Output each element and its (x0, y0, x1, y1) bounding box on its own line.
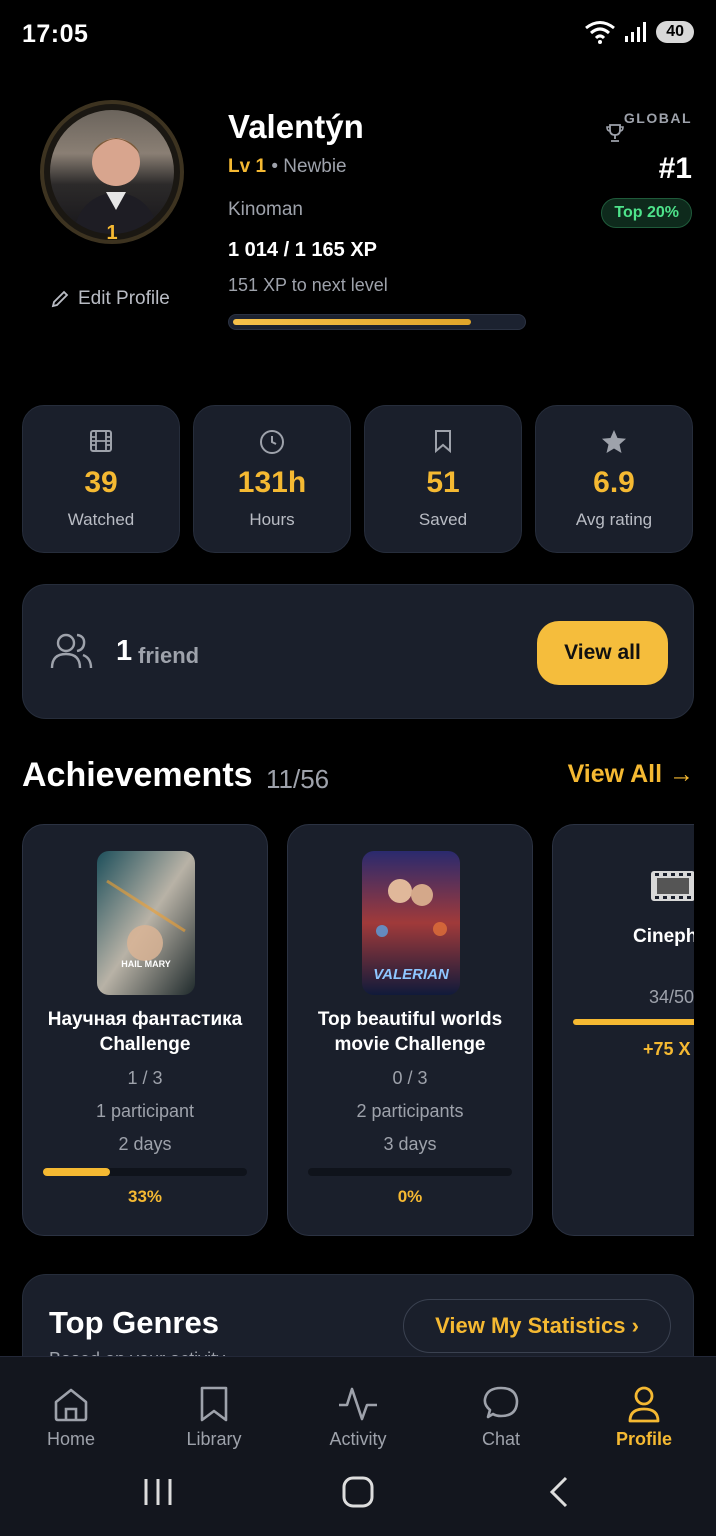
achievement-progress: 1 / 3 (127, 1068, 163, 1088)
stat-card-avg-rating[interactable]: 6.9 Avg rating (535, 405, 693, 553)
pencil-icon (51, 290, 69, 308)
achievement-progress-bar (573, 1019, 694, 1025)
global-label: GLOBAL (623, 110, 692, 126)
achievement-progress-fill (573, 1019, 694, 1025)
recent-apps-icon[interactable] (142, 1476, 174, 1508)
status-bar: 17:05 40 (0, 0, 716, 70)
achievement-participants: 2 participants (356, 1101, 464, 1121)
achievement-progress: 34/50 (649, 987, 694, 1007)
signal-icon (625, 22, 647, 42)
avatar-photo (50, 110, 174, 234)
film-reel-icon (651, 871, 694, 901)
achievement-percent: 33% (127, 1187, 163, 1206)
stat-label: Avg rating (575, 510, 653, 529)
profile-name: Valentýn (228, 108, 364, 145)
view-my-statistics-button[interactable]: View My Statistics › (403, 1299, 671, 1353)
library-icon (200, 1386, 228, 1422)
nav-home[interactable]: Home (21, 1383, 121, 1450)
home-button-icon[interactable] (340, 1474, 376, 1510)
achievement-card[interactable]: HAIL MARY Научная фантастика Challenge 1… (22, 824, 268, 1236)
stat-value: 39 (84, 466, 118, 499)
nav-label: Library (186, 1429, 242, 1449)
home-icon (54, 1388, 88, 1422)
xp-value: 1 014 / 1 165 XP (228, 239, 378, 261)
percentile-badge: Top 20% (601, 198, 692, 228)
nav-label: Home (46, 1429, 95, 1449)
stat-value: 51 (426, 466, 460, 499)
profile-icon (628, 1386, 660, 1423)
friends-icon (50, 633, 93, 669)
level-line: Lv 1 • Newbie (228, 156, 347, 178)
xp-progress-fill (233, 319, 472, 325)
xp-to-next-level: 151 XP to next level (228, 275, 388, 295)
clock-icon (260, 430, 284, 454)
global-rank: #1 (658, 152, 692, 185)
avatar-level-badge: 1 (106, 222, 118, 244)
xp-progress-bar (228, 314, 526, 330)
activity-icon (339, 1387, 377, 1421)
stat-card-hours[interactable]: 131h Hours (193, 405, 351, 553)
nav-chat[interactable]: Chat (451, 1383, 551, 1450)
achievement-progress-bar (43, 1168, 247, 1176)
stat-label: Watched (67, 510, 135, 529)
back-icon[interactable] (546, 1474, 572, 1510)
view-all-friends-button[interactable]: View all (537, 621, 668, 685)
status-icons: 40 (584, 20, 694, 44)
profile-title: Kinoman (228, 199, 303, 220)
poster-title: VALERIAN (373, 966, 450, 983)
stat-card-watched[interactable]: 39 Watched (22, 405, 180, 553)
achievement-progress: 0 / 3 (392, 1068, 428, 1088)
stat-value: 131h (237, 466, 307, 499)
level-title: • Newbie (271, 156, 347, 177)
achievements-view-all-link[interactable]: View All → (568, 760, 694, 789)
achievements-carousel[interactable]: HAIL MARY Научная фантастика Challenge 1… (22, 824, 694, 1238)
challenge-poster: VALERIAN (362, 851, 460, 995)
nav-label: Chat (481, 1429, 521, 1449)
stat-label: Hours (249, 510, 295, 529)
stat-value: 6.9 (593, 466, 635, 499)
film-icon (90, 430, 112, 452)
bookmark-icon (435, 430, 451, 454)
achievement-name: Научная фантастика Challenge (47, 1009, 243, 1055)
achievements-title: Achievements (22, 756, 253, 794)
top-genres-title: Top Genres (49, 1305, 219, 1340)
nav-profile[interactable]: Profile (594, 1383, 694, 1450)
challenge-poster: HAIL MARY (97, 851, 195, 995)
star-icon (602, 430, 626, 453)
friend-label: friend (138, 643, 200, 668)
poster-title: HAIL MARY (121, 959, 171, 969)
achievement-percent: 0% (397, 1187, 423, 1206)
nav-label: Activity (329, 1429, 387, 1449)
system-navigation-bar (0, 1466, 716, 1536)
stat-label: Saved (418, 510, 468, 529)
level-value: Lv 1 (228, 156, 267, 177)
stat-card-saved[interactable]: 51 Saved (364, 405, 522, 553)
edit-profile-button[interactable]: Edit Profile (50, 288, 170, 310)
achievement-xp-reward: +75 X (643, 1039, 691, 1059)
status-time: 17:05 (22, 20, 89, 48)
nav-library[interactable]: Library (164, 1383, 264, 1450)
nav-activity[interactable]: Activity (308, 1383, 408, 1450)
achievement-name: Cineph (633, 926, 694, 947)
achievement-progress-fill (43, 1168, 111, 1176)
chat-icon (483, 1386, 519, 1419)
achievement-participants: 1 participant (95, 1101, 195, 1121)
nav-label: Profile (615, 1429, 672, 1449)
achievement-card[interactable]: VALERIAN Top beautiful worlds movie Chal… (287, 824, 533, 1236)
trophy-icon (606, 124, 624, 142)
friends-card: 1 friend View all (22, 584, 694, 719)
achievements-count: 11/56 (266, 764, 330, 794)
achievement-progress-bar (308, 1168, 512, 1176)
edit-profile-label: Edit Profile (78, 288, 170, 309)
achievement-days: 2 days (118, 1134, 172, 1154)
achievement-card[interactable]: Cineph 34/50 +75 X (552, 824, 694, 1236)
bottom-navigation: Home Library Activity Chat Profile (0, 1356, 716, 1466)
battery-indicator: 40 (656, 21, 694, 43)
wifi-icon (585, 21, 616, 44)
achievement-name: Top beautiful worlds movie Challenge (317, 1009, 503, 1055)
friend-count: 1 (116, 635, 133, 667)
achievement-days: 3 days (383, 1134, 437, 1154)
